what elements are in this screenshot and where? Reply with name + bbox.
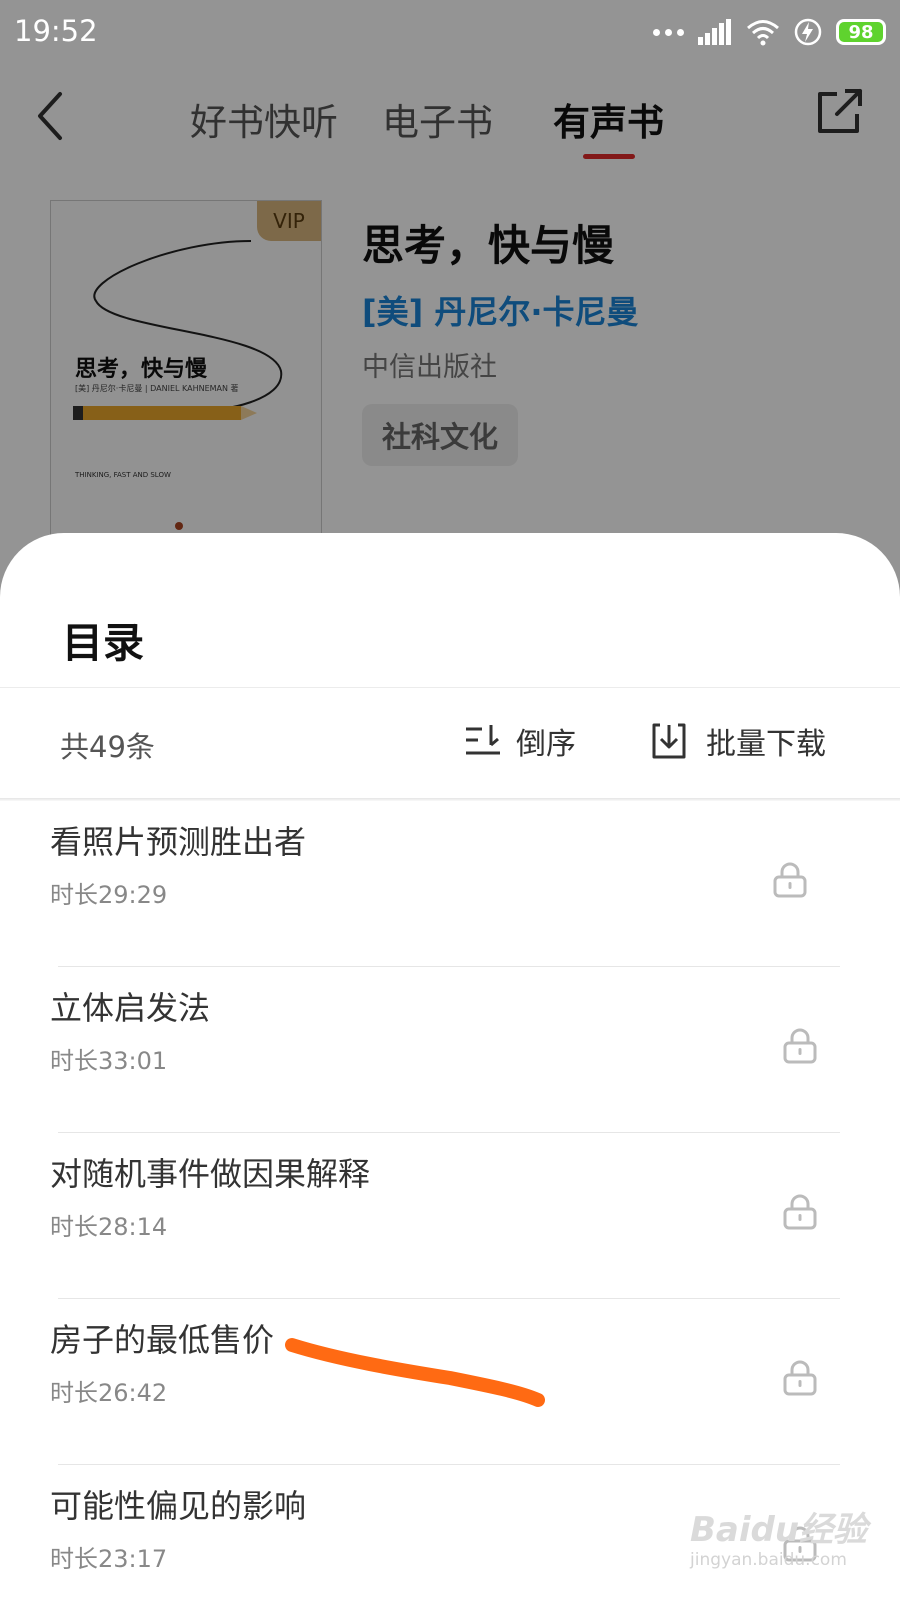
chapter-item[interactable]: 立体启发法 时长33:01 (0, 967, 900, 1133)
reverse-order-label: 倒序 (516, 727, 576, 762)
watermark-sub: jingyan.baidu.com (690, 1550, 847, 1570)
status-bar: 19:52 98 (0, 0, 900, 64)
chapter-item[interactable]: 看照片预测胜出者 时长29:29 (0, 801, 900, 967)
baidu-jingyan-watermark: Baidu经验 jingyan.baidu.com (690, 1496, 870, 1586)
lock-icon (773, 862, 807, 898)
reverse-order-button[interactable]: 倒序 (464, 716, 576, 766)
batch-download-label: 批量下载 (706, 727, 826, 762)
more-dots-icon (653, 28, 684, 36)
sort-icon (466, 725, 500, 755)
chapter-duration: 时长26:42 (50, 1379, 168, 1407)
chapter-title: 房子的最低售价 (50, 1321, 275, 1359)
chapter-count: 共49条 (60, 730, 155, 764)
watermark-main: Baidu经验 (690, 1510, 868, 1550)
lock-icon (783, 1194, 817, 1230)
lock-icon (783, 1028, 817, 1064)
chapter-title: 立体启发法 (50, 989, 211, 1027)
toc-toolbar: 共49条 倒序 批量下载 (0, 688, 900, 798)
status-icons: 98 (653, 14, 886, 50)
chapter-duration: 时长29:29 (50, 881, 168, 909)
download-icon (652, 723, 686, 759)
chapter-duration: 时长28:14 (50, 1213, 168, 1241)
orange-underline-annotation (285, 1338, 545, 1407)
charging-icon (794, 18, 822, 46)
sheet-title: 目录 (62, 619, 144, 667)
batch-download-button[interactable]: 批量下载 (650, 716, 826, 766)
chapter-item[interactable]: 对随机事件做因果解释 时长28:14 (0, 1133, 900, 1299)
wifi-icon (747, 20, 779, 46)
chapter-title: 看照片预测胜出者 (50, 823, 307, 861)
chapter-title: 可能性偏见的影响 (50, 1487, 307, 1525)
chapter-title: 对随机事件做因果解释 (50, 1155, 371, 1193)
battery-icon: 98 (836, 19, 886, 45)
signal-icon (698, 19, 731, 45)
chapter-duration: 时长33:01 (50, 1047, 168, 1075)
status-time: 19:52 (14, 14, 98, 48)
toc-bottom-sheet: 目录 共49条 倒序 批量下载 看照片预测胜出者 时长29:29 立体启发法 时… (0, 533, 900, 1600)
chapter-duration: 时长23:17 (50, 1545, 168, 1573)
lock-icon (783, 1360, 817, 1396)
chapter-list: 看照片预测胜出者 时长29:29 立体启发法 时长33:01 对随机事件做因果解… (0, 801, 900, 1600)
